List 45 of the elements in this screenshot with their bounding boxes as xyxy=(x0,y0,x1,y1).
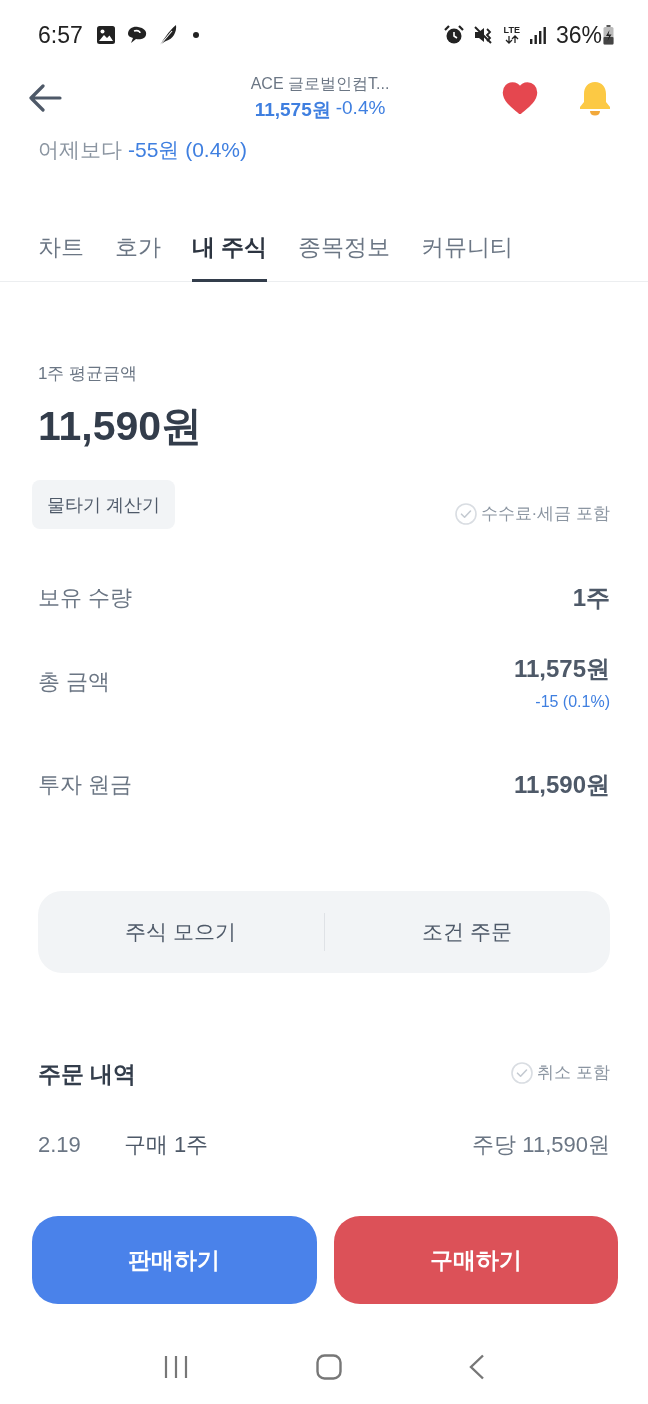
fee-tax-toggle[interactable]: 수수료·세금 포함 xyxy=(454,502,610,525)
buy-button[interactable]: 구매하기 xyxy=(333,1216,618,1304)
home-icon[interactable] xyxy=(316,1354,342,1380)
holding-label: 보유 수량 xyxy=(38,584,133,612)
holding-label: 총 금액 xyxy=(38,668,111,696)
order-date: 2.19 xyxy=(38,1132,82,1158)
data-arrows-icon xyxy=(504,35,519,44)
tab[interactable]: 종목정보 xyxy=(298,214,391,282)
day-change-value: -55원 (0.4%) xyxy=(128,137,248,163)
tab[interactable]: 내 주식 xyxy=(192,214,268,282)
day-change-label: 어제보다 xyxy=(38,137,122,163)
holding-value: 11,590원 xyxy=(513,770,610,800)
status-time: 6:57 xyxy=(38,21,83,49)
holding-value: 1주 xyxy=(572,583,610,613)
stock-title: ACE 글로벌인컴T... xyxy=(250,73,390,94)
average-price-label: 1주 평균금액 xyxy=(38,363,139,385)
notification-dot-icon xyxy=(192,32,199,38)
price-change: -0.4% xyxy=(335,96,386,120)
battery-percent: 36% xyxy=(555,21,602,49)
back-arrow-icon[interactable] xyxy=(28,84,62,112)
feather-icon xyxy=(157,24,178,46)
holding-label: 투자 원금 xyxy=(38,771,133,799)
action-button[interactable]: 조건 주문 xyxy=(324,891,610,973)
order-price: 주당 11,590원 xyxy=(472,1131,610,1159)
recent-apps-icon[interactable] xyxy=(163,1355,190,1379)
back-chevron-icon[interactable] xyxy=(468,1354,485,1380)
holding-change: -15 (0.1%) xyxy=(535,693,610,711)
sell-button[interactable]: 판매하기 xyxy=(32,1216,317,1304)
include-cancelled-toggle[interactable]: 취소 포함 xyxy=(511,1061,610,1084)
network-label: LTE xyxy=(503,26,520,35)
signal-icon xyxy=(528,26,547,44)
heart-icon[interactable] xyxy=(502,82,538,114)
action-button[interactable]: 주식 모으기 xyxy=(38,891,324,973)
average-price-value: 11,590원 xyxy=(38,402,204,451)
tab[interactable]: 호가 xyxy=(115,214,161,282)
battery-charging-icon xyxy=(603,25,614,45)
current-price: 11,575원 xyxy=(254,97,331,122)
calculator-button[interactable]: 물타기 계산기 xyxy=(32,480,175,529)
orders-title: 주문 내역 xyxy=(38,1060,137,1089)
holding-value: 11,575원 xyxy=(513,654,610,684)
tab[interactable]: 커뮤니티 xyxy=(421,214,514,282)
order-type: 구매 1주 xyxy=(124,1131,209,1159)
tab[interactable]: 차트 xyxy=(38,214,84,282)
image-icon xyxy=(95,25,116,45)
alarm-clock-icon xyxy=(443,25,464,45)
